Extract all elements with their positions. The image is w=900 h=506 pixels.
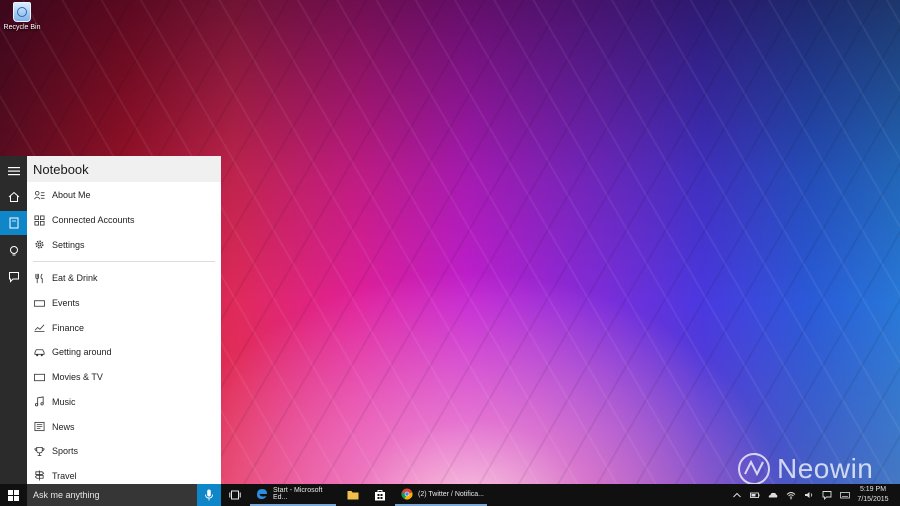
cortana-rail <box>0 156 27 484</box>
taskbar-app-chrome[interactable]: (2) Twitter / Notifica... <box>395 484 487 506</box>
taskbar-app-edge[interactable]: Start - Microsoft Ed... <box>250 484 336 506</box>
notebook-item-label: Travel <box>52 470 77 481</box>
hamburger-menu-button[interactable] <box>0 159 27 183</box>
notebook-item-travel[interactable]: Travel <box>27 464 221 484</box>
clock-date: 7/15/2015 <box>857 495 889 503</box>
rail-notebook-button[interactable] <box>0 211 27 235</box>
taskbar-app-label: (2) Twitter / Notifica... <box>418 490 484 498</box>
chart-icon <box>33 324 45 333</box>
tv-icon <box>33 373 45 381</box>
notebook-item-eat-drink[interactable]: Eat & Drink <box>27 266 221 291</box>
notebook-item-label: Sports <box>52 446 79 457</box>
neowin-logo-icon <box>738 453 770 485</box>
rail-reminders-button[interactable] <box>0 239 27 263</box>
taskbar-pin-store[interactable] <box>369 484 391 506</box>
taskbar-app-label: Start - Microsoft Ed... <box>273 487 323 501</box>
notebook-item-label: About Me <box>52 190 91 201</box>
notebook-item-events[interactable]: Events <box>27 291 221 316</box>
signpost-icon <box>34 470 44 481</box>
about-me-icon <box>33 190 45 200</box>
newspaper-icon <box>34 421 44 432</box>
taskbar: Ask me anything Start - Microsoft Ed... … <box>0 484 900 506</box>
notebook-item-news[interactable]: News <box>27 414 221 439</box>
music-note-icon <box>34 396 44 407</box>
notebook-divider <box>33 261 215 263</box>
edge-icon <box>257 489 267 499</box>
tray-onedrive[interactable] <box>765 484 781 506</box>
notebook-icon <box>9 217 18 229</box>
notebook-item-music[interactable]: Music <box>27 390 221 415</box>
chrome-icon <box>401 488 413 500</box>
battery-icon <box>750 492 760 498</box>
microphone-icon <box>205 489 213 501</box>
connected-accounts-icon <box>34 215 44 226</box>
notebook-item-about-me[interactable]: About Me <box>27 183 221 208</box>
notebook-item-connected-accounts[interactable]: Connected Accounts <box>27 208 221 233</box>
notebook-item-getting-around[interactable]: Getting around <box>27 340 221 365</box>
action-center-icon <box>822 491 832 500</box>
desktop-icon-label: Recycle Bin <box>3 24 41 31</box>
notebook-item-movies-tv[interactable]: Movies & TV <box>27 365 221 390</box>
ticket-icon <box>33 299 45 307</box>
car-icon <box>34 349 44 357</box>
notebook-panel: Notebook About Me Connected Accounts Set… <box>27 156 221 484</box>
notebook-interests-list: Eat & Drink Events Finance Getting aroun… <box>27 266 221 484</box>
notebook-settings-list: About Me Connected Accounts Settings <box>27 183 221 257</box>
fork-knife-icon <box>34 273 43 283</box>
gear-icon <box>34 240 44 249</box>
store-icon <box>375 490 385 501</box>
show-hidden-icons-button[interactable] <box>729 484 745 506</box>
clock-time: 5:19 PM <box>859 486 887 493</box>
notebook-item-label: Settings <box>52 239 85 250</box>
rail-home-button[interactable] <box>0 185 27 209</box>
notebook-item-label: News <box>52 421 75 432</box>
watermark-text: Neowin <box>777 453 874 484</box>
task-view-icon <box>229 490 241 500</box>
windows-logo-icon <box>8 489 19 501</box>
search-placeholder: Ask me anything <box>33 490 100 500</box>
lightbulb-icon <box>9 246 18 256</box>
notebook-item-label: Music <box>52 396 76 407</box>
volume-icon <box>805 492 813 498</box>
notebook-title: Notebook <box>27 156 221 182</box>
notebook-item-finance[interactable]: Finance <box>27 315 221 340</box>
feedback-icon <box>8 272 19 283</box>
tray-volume[interactable] <box>801 484 817 506</box>
hamburger-menu-icon <box>7 167 20 176</box>
notebook-item-label: Eat & Drink <box>52 273 98 284</box>
taskbar-pin-file-explorer[interactable] <box>342 484 364 506</box>
taskbar-clock[interactable]: 5:19 PM 7/15/2015 <box>848 485 898 504</box>
tray-network[interactable] <box>783 484 799 506</box>
notebook-item-label: Events <box>52 298 80 309</box>
rail-feedback-button[interactable] <box>0 265 27 289</box>
wifi-icon <box>786 492 796 500</box>
home-icon <box>8 191 19 202</box>
notebook-item-label: Connected Accounts <box>52 215 135 226</box>
recycle-bin-icon <box>13 2 31 22</box>
notebook-item-settings[interactable]: Settings <box>27 232 221 257</box>
notebook-item-sports[interactable]: Sports <box>27 439 221 464</box>
file-explorer-icon <box>347 491 359 500</box>
cortana-search-box[interactable]: Ask me anything <box>27 484 197 506</box>
notebook-item-label: Movies & TV <box>52 372 103 383</box>
tray-battery[interactable] <box>747 484 763 506</box>
start-button[interactable] <box>0 484 27 506</box>
trophy-icon <box>34 446 44 456</box>
chevron-up-icon <box>733 492 741 498</box>
notebook-item-label: Getting around <box>52 347 112 358</box>
neowin-watermark: Neowin <box>737 452 873 486</box>
desktop-icon-recycle-bin[interactable]: Recycle Bin <box>2 2 42 31</box>
microphone-button[interactable] <box>197 484 221 506</box>
notebook-item-label: Finance <box>52 322 85 333</box>
onedrive-icon <box>768 492 778 498</box>
tray-action-center[interactable] <box>819 484 835 506</box>
task-view-button[interactable] <box>224 484 246 506</box>
